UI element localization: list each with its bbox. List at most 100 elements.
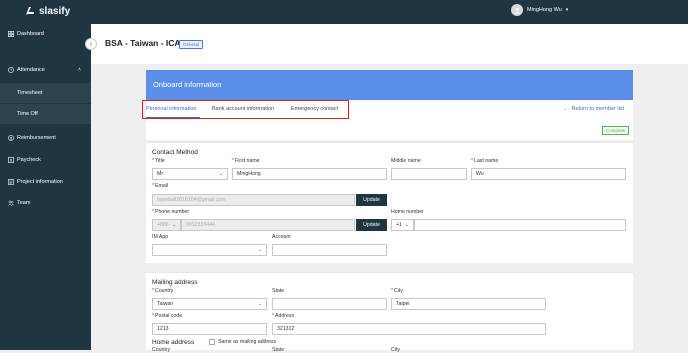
dollar-icon: $ [8,135,14,141]
return-to-member-list-link[interactable]: ← Return to member list [563,106,624,112]
tabs-highlight-box [142,100,349,119]
city-label: *City [391,288,403,294]
first-name-label: *First name [232,158,260,164]
im-app-label: IM App [152,234,169,240]
sidebar-item-team[interactable]: Team [0,193,91,213]
phone-number-value: 0912333444 [186,222,215,228]
status-badge: Complete [602,126,630,135]
postal-code-field[interactable]: 1213 [152,323,267,335]
avatar [511,4,523,16]
sidebar: Dashboard Attendance ˄ Timesheet Time Of… [0,24,91,350]
home-address-title: Home address [152,339,195,346]
banner-title: Onboard information [153,80,222,89]
middle-name-label: Middle name [391,158,421,164]
last-name-field[interactable]: Wu [471,168,626,180]
phone-update-button[interactable]: Update [356,219,387,231]
chevron-left-icon: ‹ [89,40,93,48]
chevron-up-icon: ˄ [78,67,81,73]
dashboard-icon [8,31,14,37]
sidebar-item-label: Team [17,200,31,206]
onboard-banner: Onboard information [146,70,633,100]
sidebar-item-paycheck[interactable]: $ Paycheck [0,150,91,170]
address-field[interactable]: 321312 [272,323,546,335]
arrow-left-icon: ← [563,106,569,112]
sidebar-item-label: Project information [17,179,63,185]
paycheck-icon: $ [8,157,14,163]
last-name-value: Wu [476,171,484,177]
email-label: *Email [152,183,169,189]
slasify-logo-icon [26,7,34,15]
chevron-down-icon: ▾ [565,7,569,13]
email-value: baseball2016104@gmail.com [157,197,226,203]
chevron-down-icon: ⌄ [171,222,176,228]
sidebar-item-project-information[interactable]: Project information [0,172,91,192]
same-as-mailing-checkbox[interactable] [209,339,215,345]
top-bar: slasify MingHong Wu ▾ [0,0,688,24]
title-value: Mr [157,171,164,177]
sidebar-item-reimbursement[interactable]: $ Reimbursement [0,128,91,148]
user-name: MingHong Wu [527,7,562,13]
sidebar-item-label: Dashboard [17,31,44,37]
home-code-select[interactable]: +1 ⌄ [391,219,414,231]
sidebar-item-timesheet[interactable]: Timesheet [0,83,91,103]
title-label: *Title [152,158,165,164]
state-field[interactable] [272,298,387,310]
home-number-label: Home number [391,209,424,215]
first-name-value: MingHong [237,171,261,177]
mailing-address-section: Mailing address *Country Taiwan ⌄ State … [146,272,633,353]
phone-code-value: +886 [157,222,169,228]
page-header: BSA - Taiwan - ICA General [91,24,688,64]
home-country-label: Country [152,347,171,353]
address-value: 321312 [277,326,295,332]
postal-code-label: *Postal code [152,313,183,319]
postal-code-value: 1213 [157,326,169,332]
city-field[interactable]: Taipei [391,298,546,310]
return-link-label: Return to member list [571,106,625,112]
sidebar-item-time-off[interactable]: Time Off [0,104,91,124]
category-badge: General [179,40,204,49]
sidebar-collapse-button[interactable]: ‹ [85,38,97,50]
account-field[interactable] [272,244,387,256]
country-label: *Country [152,288,174,294]
city-value: Taipei [396,301,410,307]
middle-name-field[interactable] [391,168,467,180]
home-code-value: +1 [396,222,402,228]
home-state-label: State [272,347,285,353]
home-city-label: City [391,347,400,353]
contact-method-section: Contact Method *Title Mr ⌄ *First name M… [146,142,633,263]
page-title: BSA - Taiwan - ICA [105,38,181,48]
sidebar-item-label: Timesheet [17,90,43,96]
chevron-down-icon: ⌄ [257,247,262,253]
user-icon [514,7,520,14]
chevron-down-icon: ⌄ [218,171,223,177]
country-value: Taiwan [157,301,174,307]
state-label: State [272,288,285,294]
app-logo[interactable]: slasify [24,4,70,18]
clock-icon [8,67,14,73]
country-select[interactable]: Taiwan ⌄ [152,298,267,310]
document-icon [8,179,14,185]
sidebar-item-dashboard[interactable]: Dashboard [0,24,91,44]
email-field: baseball2016104@gmail.com [152,194,355,206]
sidebar-item-attendance[interactable]: Attendance ˄ [0,60,91,80]
logo-text: slasify [39,5,71,17]
sidebar-item-label: Reimbursement [17,135,56,141]
sidebar-item-label: Paycheck [17,157,41,163]
sidebar-item-label: Attendance [17,67,45,73]
last-name-label: *Last name [471,158,499,164]
user-menu[interactable]: MingHong Wu ▾ [511,4,568,16]
chevron-down-icon: ⌄ [404,222,409,228]
title-select[interactable]: Mr ⌄ [152,168,228,180]
im-app-select[interactable]: ⌄ [152,244,267,256]
account-label: Account [272,234,291,240]
sidebar-item-label: Time Off [17,111,38,117]
section-title: Mailing address [152,279,198,286]
first-name-field[interactable]: MingHong [232,168,387,180]
address-label: *Address [272,313,295,319]
same-as-mailing-label: Same as mailing address [218,339,277,345]
section-title: Contact Method [152,149,198,156]
svg-text:$: $ [10,158,13,163]
email-update-button[interactable]: Update [356,194,387,206]
home-number-field[interactable] [414,219,626,231]
team-icon [8,200,14,206]
